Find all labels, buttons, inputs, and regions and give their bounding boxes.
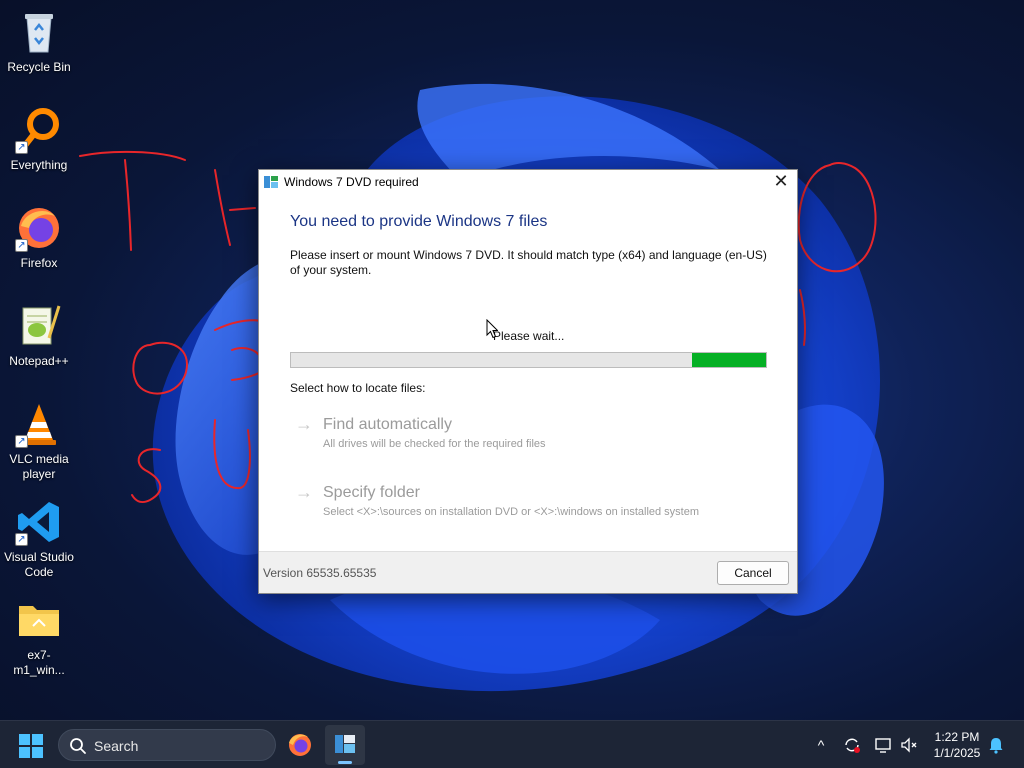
taskbar-clock[interactable]: 1:22 PM 1/1/2025 [924,729,990,761]
search-icon [70,738,86,754]
firefox-icon: ↗ [15,204,63,252]
recycle-bin-icon [15,8,63,56]
option-title: Find automatically [323,416,452,433]
desktop-icon-label: Visual Studio Code [4,550,74,579]
cancel-button[interactable]: Cancel [717,561,789,585]
tray-update-icon[interactable] [842,735,862,755]
version-text: Version 65535.65535 [263,566,377,580]
vscode-icon: ↗ [15,498,63,546]
vlc-icon: ↗ [15,400,63,448]
start-button[interactable] [18,733,44,759]
desktop-icon-notepad-plus-plus[interactable]: Notepad++ [2,302,76,369]
option-specify-folder[interactable]: → Specify folder Select <X>:\sources on … [295,482,775,524]
clock-time: 1:22 PM [934,730,980,744]
tray-overflow-button[interactable]: ^ [811,735,831,755]
desktop-icon-label: Everything [10,158,68,172]
dialog-footer: Version 65535.65535 Cancel [259,551,797,593]
dialog-heading: You need to provide Windows 7 files [290,213,548,230]
taskbar-search-box[interactable]: Search [58,729,276,761]
dialog-titlebar[interactable]: Windows 7 DVD required ✕ [259,170,797,194]
volume-muted-icon [901,737,917,753]
everything-search-icon: ↗ [15,106,63,154]
close-button[interactable]: ✕ [765,170,797,194]
windows-logo-icon [19,734,43,758]
setup-app-icon [335,735,355,753]
progress-bar [290,352,767,368]
desktop-icon-firefox[interactable]: ↗ Firefox [2,204,76,271]
progress-indicator [692,353,766,367]
desktop-icon-recycle-bin[interactable]: Recycle Bin [2,8,76,75]
desktop-icon-vscode[interactable]: ↗ Visual Studio Code [2,498,76,580]
firefox-icon [289,734,311,756]
desktop-icon-label: VLC media player [9,452,69,481]
desktop-icon-everything[interactable]: ↗ Everything [2,106,76,173]
option-subtitle: All drives will be checked for the requi… [323,438,546,450]
search-placeholder: Search [94,738,139,754]
shortcut-arrow-icon: ↗ [15,141,28,154]
arrow-right-icon: → [295,414,313,434]
setup-app-icon [264,176,278,188]
clock-date: 1/1/2025 [933,746,981,760]
shortcut-arrow-icon: ↗ [15,239,28,252]
option-find-automatically[interactable]: → Find automatically All drives will be … [295,414,775,456]
desktop-icon-label: Recycle Bin [7,60,71,74]
chevron-up-icon: ^ [817,737,825,753]
notifications-button[interactable] [986,735,1006,755]
sync-icon [845,738,860,753]
close-icon: ✕ [773,171,789,191]
taskbar-setup-app-button[interactable] [325,725,365,765]
shortcut-arrow-icon: ↗ [15,533,28,546]
taskbar-firefox-button[interactable] [280,725,320,765]
windows7-dvd-required-dialog: Windows 7 DVD required ✕ You need to pro… [258,169,798,594]
bell-icon [989,738,1003,754]
shortcut-arrow-icon: ↗ [15,435,28,448]
notepad-plus-plus-icon [15,302,63,350]
active-app-indicator [338,761,352,764]
dialog-title: Windows 7 DVD required [284,175,419,189]
taskbar: Search ^ 1:22 PM 1/1/2025 [0,720,1024,768]
option-subtitle: Select <X>:\sources on installation DVD … [323,506,700,518]
wait-status-text: Please wait... [493,329,565,343]
tray-volume-icon[interactable] [899,735,919,755]
locate-files-label: Select how to locate files: [290,381,426,395]
mouse-pointer-icon [486,319,498,339]
network-icon [875,738,891,753]
arrow-right-icon: → [295,482,313,502]
tray-network-icon[interactable] [873,735,893,755]
desktop-icon-vlc[interactable]: ↗ VLC media player [2,400,76,482]
desktop-icon-label: Notepad++ [9,354,69,368]
folder-icon [15,596,63,644]
desktop-icon-folder[interactable]: ex7-m1_win... [2,596,76,678]
desktop-icon-label: ex7-m1_win... [13,648,65,677]
dialog-description: Please insert or mount Windows 7 DVD. It… [290,248,767,277]
desktop-icon-label: Firefox [20,256,58,270]
option-title: Specify folder [323,484,420,501]
